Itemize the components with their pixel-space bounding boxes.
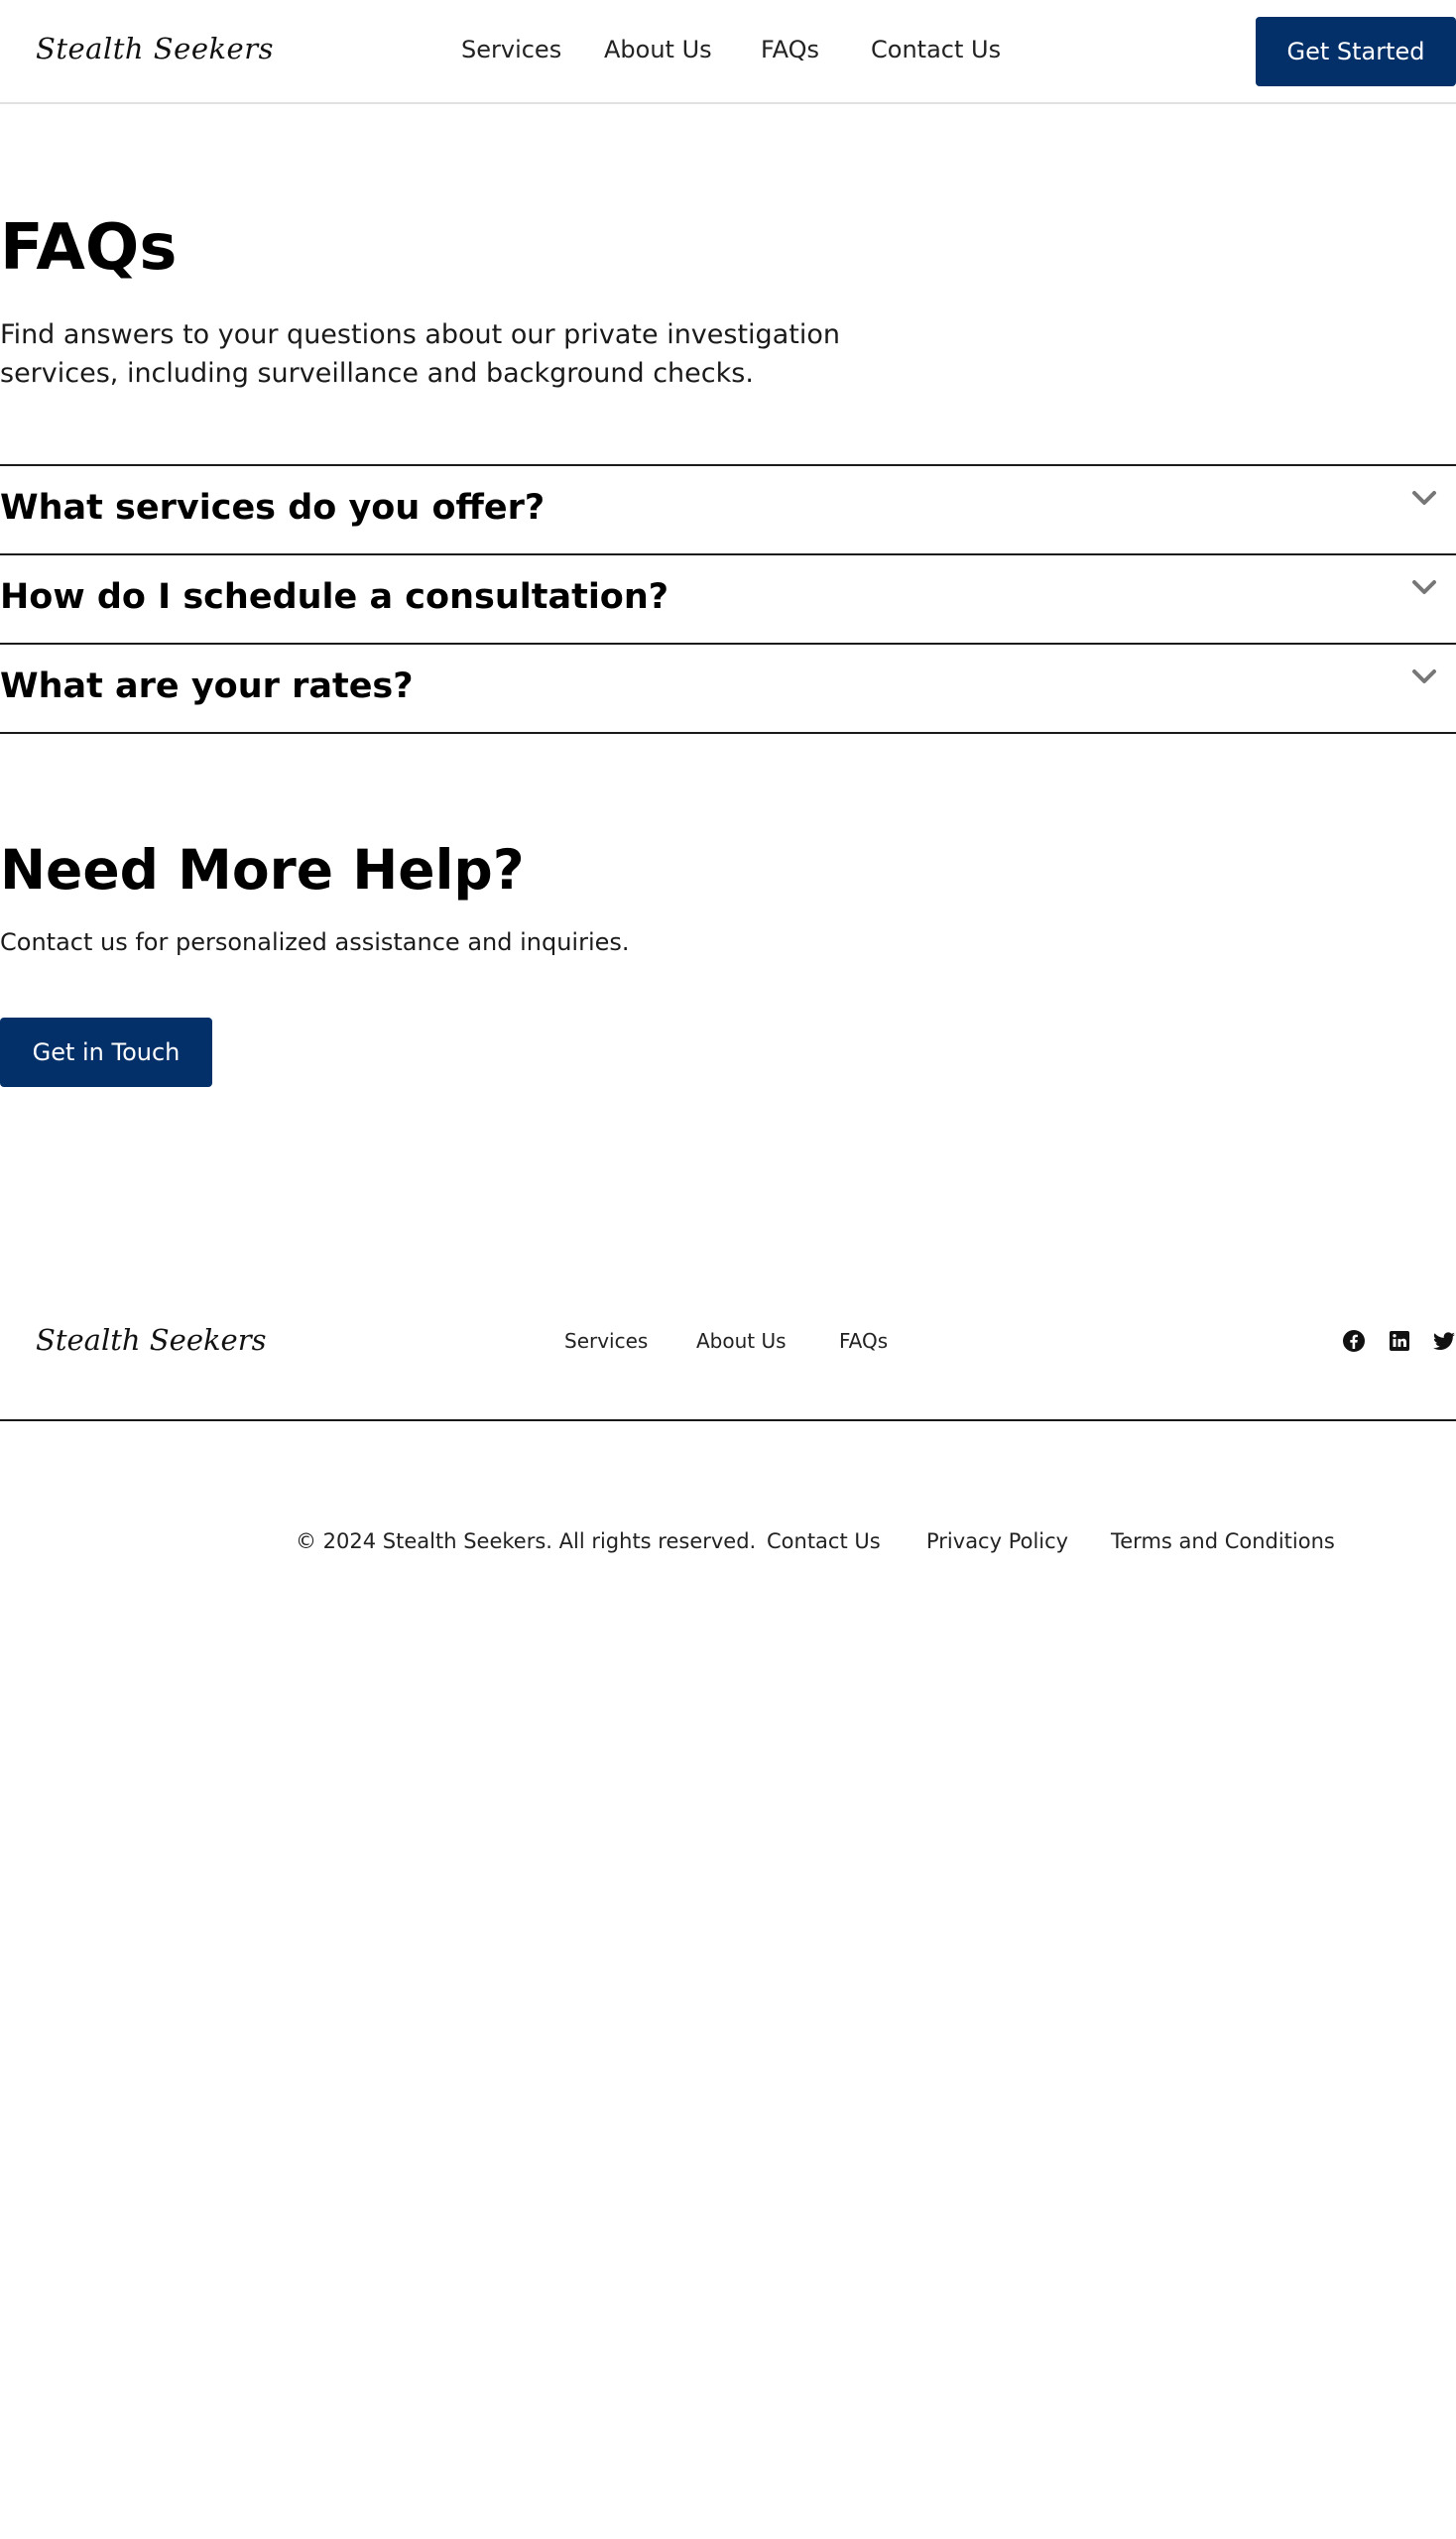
footer-link-terms[interactable]: Terms and Conditions [1111, 1529, 1335, 1553]
chevron-down-icon[interactable] [1410, 486, 1438, 510]
footer-link-privacy-policy[interactable]: Privacy Policy [926, 1529, 1068, 1553]
nav-link-services[interactable]: Services [461, 36, 561, 63]
faq-accordion: What services do you offer? How do I sch… [0, 464, 1456, 734]
faq-item[interactable]: What are your rates? [0, 643, 1456, 734]
faq-question: What services do you offer? [0, 488, 546, 528]
faq-item[interactable]: What services do you offer? [0, 464, 1456, 553]
site-header: Stealth Seekers Services About Us FAQs C… [0, 0, 1456, 104]
faq-item[interactable]: How do I schedule a consultation? [0, 553, 1456, 643]
faq-question: What are your rates? [0, 666, 414, 706]
main-nav: Services About Us FAQs Contact Us [0, 36, 1456, 67]
nav-link-faqs[interactable]: FAQs [761, 36, 819, 63]
footer-divider [0, 1419, 1456, 1421]
nav-link-about-us[interactable]: About Us [604, 36, 712, 63]
page-subtitle: Find answers to your questions about our… [0, 319, 840, 389]
footer-link-faqs[interactable]: FAQs [839, 1329, 888, 1353]
chevron-down-icon[interactable] [1410, 575, 1438, 599]
page-title: FAQs [0, 211, 178, 285]
linkedin-icon[interactable] [1388, 1329, 1411, 1353]
chevron-down-icon[interactable] [1410, 665, 1438, 688]
footer-link-contact-us[interactable]: Contact Us [767, 1529, 881, 1553]
footer-logo[interactable]: Stealth Seekers [36, 1323, 266, 1357]
twitter-icon[interactable] [1432, 1329, 1456, 1353]
nav-link-contact-us[interactable]: Contact Us [871, 36, 1001, 63]
get-in-touch-button[interactable]: Get in Touch [0, 1018, 212, 1087]
get-started-button[interactable]: Get Started [1256, 17, 1456, 86]
help-heading: Need More Help? [0, 838, 525, 902]
faq-question: How do I schedule a consultation? [0, 577, 669, 617]
help-subtitle: Contact us for personalized assistance a… [0, 928, 630, 956]
facebook-icon[interactable] [1342, 1329, 1366, 1353]
footer-link-services[interactable]: Services [564, 1329, 648, 1353]
footer-link-about-us[interactable]: About Us [696, 1329, 787, 1353]
copyright-text: © 2024 Stealth Seekers. All rights reser… [296, 1529, 757, 1553]
